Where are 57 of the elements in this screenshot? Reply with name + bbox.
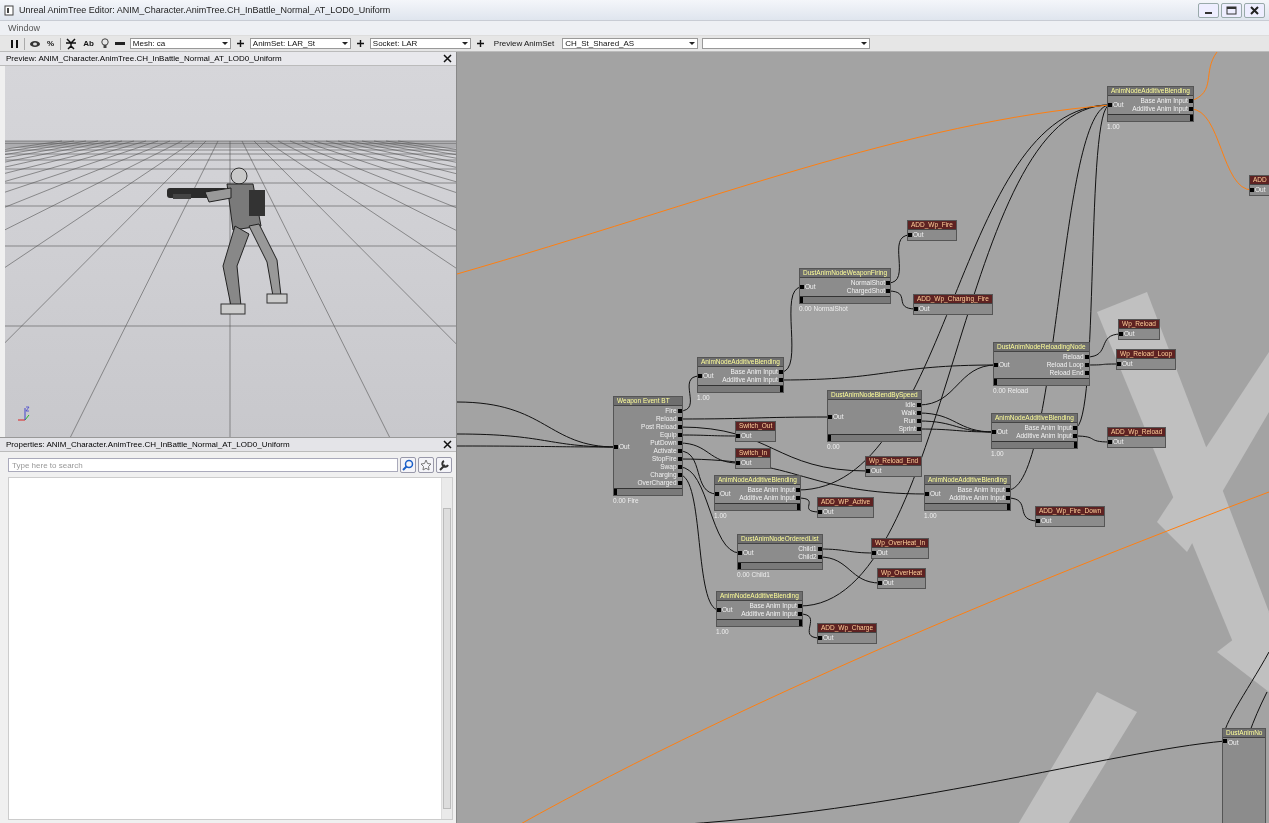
window-title: Unreal AnimTree Editor: ANIM_Character.AnimTree.CH_InBattle_Normal_AT_LOD0_Uniform	[19, 5, 392, 15]
eye-icon[interactable]	[29, 38, 41, 49]
slider-thumb[interactable]	[994, 379, 997, 385]
close-icon[interactable]	[1244, 2, 1265, 18]
skeleton-icon[interactable]	[65, 37, 78, 50]
weight-slider[interactable]	[925, 503, 1010, 510]
slider-thumb[interactable]	[800, 297, 803, 303]
weight-slider[interactable]	[715, 503, 800, 510]
slider-thumb[interactable]	[1073, 442, 1077, 448]
weight-slider[interactable]	[698, 385, 783, 392]
slider-thumb[interactable]	[798, 620, 802, 626]
pause-icon[interactable]	[10, 38, 20, 49]
percent-button[interactable]: %	[45, 39, 57, 48]
slider-thumb[interactable]	[1006, 504, 1010, 510]
restore-icon[interactable]	[1221, 2, 1242, 18]
light-bulb-icon[interactable]	[99, 38, 110, 49]
add-icon[interactable]	[234, 38, 246, 49]
slider-thumb[interactable]	[738, 563, 741, 569]
caret-icon	[221, 42, 228, 45]
slider-thumb[interactable]	[1189, 115, 1193, 121]
slider-thumb[interactable]	[614, 489, 617, 495]
animset-dropdown[interactable]: AnimSet: LAR_St	[249, 38, 351, 49]
search-icon[interactable]	[400, 457, 416, 473]
close-icon[interactable]	[443, 54, 452, 63]
weight-slider[interactable]	[992, 441, 1077, 448]
add-icon[interactable]	[354, 38, 366, 49]
caret-icon	[341, 42, 348, 45]
weight-slider[interactable]	[614, 488, 682, 495]
add-icon[interactable]	[474, 38, 486, 49]
socket-dropdown[interactable]: Socket: LAR	[369, 38, 471, 49]
panel-title: Properties: ANIM_Character.AnimTree.CH_InBattle_Normal_AT_LOD0_Uniform	[6, 440, 290, 449]
weight-slider[interactable]	[828, 434, 921, 441]
toolbar-label: Preview AnimSet	[493, 39, 555, 48]
panel-title: Preview: ANIM_Character.AnimTree.CH_InBattle_Normal_AT_LOD0_Uniform	[6, 54, 282, 63]
dropdown[interactable]	[702, 38, 871, 49]
minimize-icon[interactable]	[1198, 2, 1219, 18]
star-icon[interactable]	[418, 457, 434, 473]
preview-animset-dropdown[interactable]: CH_St_Shared_AS	[562, 38, 699, 49]
caret-icon	[461, 42, 468, 45]
menu-item[interactable]: Window	[8, 23, 40, 33]
close-icon[interactable]	[443, 440, 452, 449]
caret-icon	[861, 42, 868, 45]
slider-thumb[interactable]	[796, 504, 800, 510]
app-icon	[4, 4, 14, 16]
search-field[interactable]: Type here to search	[8, 458, 398, 472]
weight-slider[interactable]	[1108, 114, 1193, 121]
weight-slider[interactable]	[717, 619, 802, 626]
slider-thumb[interactable]	[828, 435, 831, 441]
caret-icon	[689, 42, 696, 45]
weight-slider[interactable]	[800, 296, 891, 303]
mesh-dropdown[interactable]: Mesh: ca	[129, 38, 231, 49]
text-toggle-button[interactable]: Ab	[81, 39, 96, 48]
slider-thumb[interactable]	[779, 386, 783, 392]
scrollbar[interactable]	[441, 478, 452, 819]
wrench-icon[interactable]	[436, 457, 452, 473]
weight-slider[interactable]	[738, 562, 822, 569]
weight-slider[interactable]	[994, 378, 1089, 385]
